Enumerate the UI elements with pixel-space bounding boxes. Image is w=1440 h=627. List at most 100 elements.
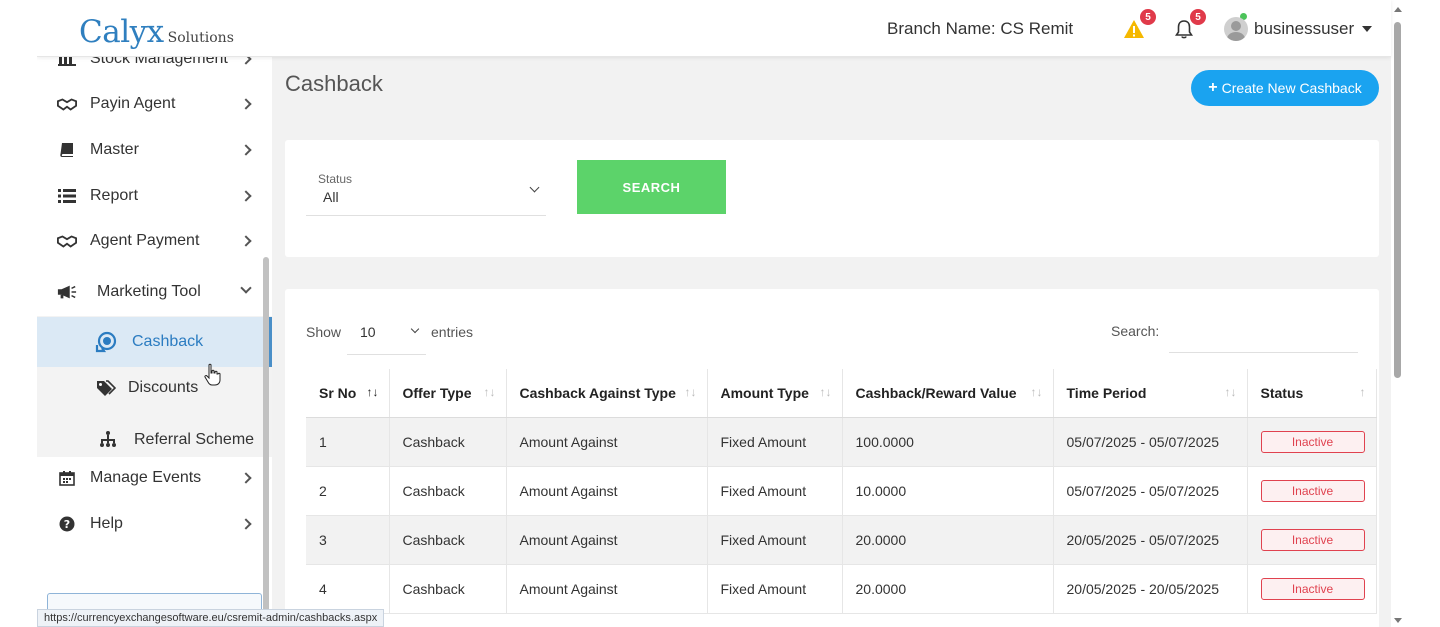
- alert-count-badge: 5: [1140, 9, 1156, 25]
- calendar-icon: [57, 469, 77, 487]
- handshake-icon: [57, 95, 77, 113]
- search-button[interactable]: SEARCH: [577, 160, 726, 214]
- status-label: Status: [318, 172, 353, 186]
- cell-reward-value: 20.0000: [842, 564, 1054, 614]
- column-header-cashback-against-type[interactable]: Cashback Against Type ↑↓: [506, 369, 708, 418]
- cell-status: Inactive: [1247, 466, 1377, 516]
- column-header-label: Time Period: [1066, 384, 1147, 401]
- sidebar-item-marketing-tool[interactable]: Marketing Tool: [37, 272, 272, 312]
- chevron-down-icon: [240, 282, 252, 294]
- sidebar-item-label: Payin Agent: [90, 95, 176, 112]
- sidebar-item-label: Referral Scheme: [134, 431, 255, 448]
- column-header-label: Offer Type: [402, 384, 472, 401]
- chevron-down-icon: [529, 182, 540, 193]
- cell-time-period: 20/05/2025 - 05/07/2025: [1053, 515, 1248, 565]
- cell-against-type: Amount Against: [506, 417, 708, 467]
- sidebar-item-label: Agent Payment: [90, 232, 200, 249]
- handshake-icon: [57, 232, 77, 250]
- status-value: All: [323, 189, 339, 205]
- sidebar-item-help[interactable]: ? Help: [37, 504, 272, 544]
- column-header-sr-no[interactable]: Sr No ↑↓: [306, 369, 390, 418]
- top-header: Calyx Solutions Branch Name: CS Remit 5 …: [37, 0, 1391, 57]
- create-new-cashback-button[interactable]: + Create New Cashback: [1191, 70, 1379, 106]
- status-badge: Inactive: [1260, 430, 1365, 453]
- cell-against-type: Amount Against: [506, 515, 708, 565]
- column-header-offer-type[interactable]: Offer Type ↑↓: [389, 369, 507, 418]
- logo-main-text: Calyx: [79, 14, 164, 50]
- sidebar-item-label: Discounts: [128, 379, 199, 396]
- notification-button[interactable]: 5: [1173, 9, 1206, 42]
- scroll-down-arrow-icon[interactable]: [1394, 618, 1402, 623]
- sidebar-item-cashback[interactable]: Cashback: [37, 317, 272, 367]
- status-badge: Inactive: [1260, 479, 1365, 502]
- app-window: Calyx Solutions Branch Name: CS Remit 5 …: [37, 0, 1408, 627]
- column-header-label: Amount Type: [720, 384, 809, 401]
- status-select[interactable]: Status All: [306, 162, 546, 216]
- list-icon: [57, 187, 77, 205]
- cell-sr-no: 3: [306, 515, 390, 565]
- cell-reward-value: 100.0000: [842, 417, 1054, 467]
- sidebar-item-report[interactable]: Report: [37, 176, 272, 216]
- scroll-up-arrow-icon[interactable]: [1394, 7, 1402, 12]
- sort-icon: ↑↓: [1224, 385, 1237, 399]
- column-header-amount-type[interactable]: Amount Type ↑↓: [707, 369, 843, 418]
- sidebar-item-label: Report: [90, 187, 139, 204]
- table-search-label: Search:: [1111, 323, 1160, 339]
- column-header-time-period[interactable]: Time Period ↑↓: [1053, 369, 1248, 418]
- status-badge: Inactive: [1260, 577, 1365, 600]
- column-header-label: Status: [1260, 384, 1304, 401]
- column-header-status[interactable]: Status ↑: [1247, 369, 1377, 418]
- chevron-right-icon: [240, 518, 252, 530]
- sidebar-item-manage-events[interactable]: Manage Events: [37, 458, 272, 498]
- sidebar-item-agent-payment[interactable]: Agent Payment: [37, 221, 272, 261]
- table-row[interactable]: 3 Cashback Amount Against Fixed Amount 2…: [306, 515, 1377, 565]
- table-row[interactable]: 2 Cashback Amount Against Fixed Amount 1…: [306, 466, 1377, 516]
- cell-reward-value: 10.0000: [842, 466, 1054, 516]
- sidebar-item-master[interactable]: Master: [37, 130, 272, 170]
- cell-status: Inactive: [1247, 564, 1377, 614]
- sidebar-item-payin-agent[interactable]: Payin Agent: [37, 84, 272, 124]
- table-search-input[interactable]: [1169, 311, 1358, 353]
- notification-count-badge: 5: [1190, 9, 1206, 25]
- chevron-right-icon: [240, 57, 252, 65]
- cashback-table: Sr No ↑↓ Offer Type ↑↓ Cashback Against Ty…: [306, 369, 1377, 614]
- user-menu[interactable]: businessuser: [1224, 17, 1373, 41]
- cell-offer-type: Cashback: [389, 515, 507, 565]
- column-header-reward-value[interactable]: Cashback/Reward Value ↑↓: [842, 369, 1054, 418]
- page-length-value: 10: [360, 324, 376, 340]
- sidebar-item-label: Manage Events: [90, 469, 202, 486]
- book-icon: [57, 141, 77, 159]
- page-scrollbar-thumb[interactable]: [1394, 22, 1401, 378]
- hand-cursor-icon: [204, 363, 221, 386]
- sidebar-item-label: Help: [90, 515, 123, 532]
- sidebar-item-label: Master: [90, 141, 139, 158]
- table-row[interactable]: 1 Cashback Amount Against Fixed Amount 1…: [306, 417, 1377, 467]
- sidebar-item-discounts[interactable]: Discounts: [37, 363, 272, 413]
- sort-icon: ↑↓: [483, 385, 496, 399]
- alert-button[interactable]: 5: [1123, 9, 1156, 42]
- megaphone-icon: [57, 283, 77, 301]
- chevron-right-icon: [240, 98, 252, 110]
- cell-sr-no: 1: [306, 417, 390, 467]
- cell-time-period: 05/07/2025 - 05/07/2025: [1053, 417, 1248, 467]
- cashback-icon: [95, 331, 117, 353]
- chevron-down-icon: [410, 324, 420, 334]
- cell-status: Inactive: [1247, 515, 1377, 565]
- table-row[interactable]: 4 Cashback Amount Against Fixed Amount 2…: [306, 564, 1377, 614]
- cell-sr-no: 2: [306, 466, 390, 516]
- cell-offer-type: Cashback: [389, 564, 507, 614]
- svg-text:?: ?: [64, 518, 70, 531]
- question-icon: ?: [57, 515, 77, 533]
- sidebar-scrollbar[interactable]: [263, 257, 269, 627]
- sidebar-item-stock-management[interactable]: Stock Management: [37, 57, 272, 79]
- cell-time-period: 20/05/2025 - 20/05/2025: [1053, 564, 1248, 614]
- page-length-select[interactable]: 10: [347, 311, 426, 355]
- cell-reward-value: 20.0000: [842, 515, 1054, 565]
- table-header-row: Sr No ↑↓ Offer Type ↑↓ Cashback Against Ty…: [306, 369, 1377, 418]
- sidebar-item-label: Stock Management: [90, 57, 228, 67]
- sidebar-item-label: Marketing Tool: [97, 283, 201, 300]
- cashback-table-card: Show 10 entries Search: Sr No ↑↓ Offer Ty…: [285, 289, 1379, 627]
- cell-sr-no: 4: [306, 564, 390, 614]
- cell-time-period: 05/07/2025 - 05/07/2025: [1053, 466, 1248, 516]
- calyx-logo[interactable]: Calyx Solutions: [79, 14, 234, 50]
